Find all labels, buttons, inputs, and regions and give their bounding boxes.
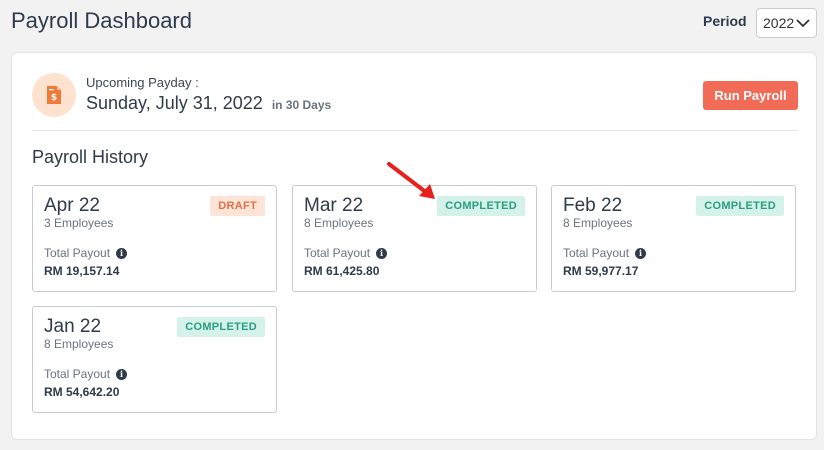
card-month: Feb 22 — [563, 195, 623, 216]
card-employees: 3 Employees — [44, 216, 114, 230]
run-payroll-button[interactable]: Run Payroll — [703, 81, 798, 110]
payroll-card-jan-22[interactable]: Jan 22 8 Employees COMPLETED Total Payou… — [32, 306, 277, 413]
payout-label: Total Payout — [563, 246, 630, 260]
payroll-history-title: Payroll History — [32, 147, 149, 167]
payout-label: Total Payout — [44, 246, 111, 260]
payout-label: Total Payout — [304, 246, 371, 260]
payout-label-row: Total Payout i — [44, 367, 128, 381]
period-label: Period — [703, 13, 747, 29]
card-employees: 8 Employees — [304, 216, 374, 230]
info-icon[interactable]: i — [376, 247, 388, 259]
document-dollar-icon: $ — [47, 86, 61, 104]
payout-amount: RM 54,642.20 — [44, 385, 120, 399]
info-icon[interactable]: i — [116, 368, 128, 380]
payout-amount: RM 61,425.80 — [304, 264, 380, 278]
info-icon[interactable]: i — [635, 247, 647, 259]
payday-date: Sunday, July 31, 2022 — [86, 93, 263, 113]
status-badge: DRAFT — [210, 196, 265, 216]
payday-icon-container: $ — [32, 73, 76, 117]
payroll-main-card: $ Upcoming Payday : Sunday, July 31, 202… — [11, 52, 817, 440]
status-badge: COMPLETED — [696, 196, 784, 216]
payout-label-row: Total Payout i — [563, 246, 647, 260]
status-badge: COMPLETED — [437, 196, 525, 216]
page-title: Payroll Dashboard — [11, 8, 192, 33]
payroll-card-apr-22[interactable]: Apr 22 3 Employees DRAFT Total Payout i … — [32, 185, 277, 292]
svg-text:$: $ — [51, 93, 57, 103]
payday-date-line: Sunday, July 31, 2022 in 30 Days — [86, 93, 331, 114]
card-month: Apr 22 — [44, 195, 100, 216]
chevron-down-icon — [796, 19, 810, 28]
card-employees: 8 Employees — [563, 216, 633, 230]
info-icon[interactable]: i — [116, 247, 128, 259]
payout-label-row: Total Payout i — [304, 246, 388, 260]
payout-label: Total Payout — [44, 367, 111, 381]
card-employees: 8 Employees — [44, 337, 114, 351]
annotation-arrow-icon — [387, 162, 435, 199]
payout-amount: RM 59,977.17 — [563, 264, 639, 278]
payday-caption: Upcoming Payday : — [86, 75, 199, 90]
card-month: Mar 22 — [304, 195, 364, 216]
divider — [32, 130, 798, 131]
payout-label-row: Total Payout i — [44, 246, 128, 260]
period-select[interactable]: 2022 — [756, 8, 817, 38]
status-badge: COMPLETED — [177, 317, 265, 337]
payout-amount: RM 19,157.14 — [44, 264, 120, 278]
payroll-card-feb-22[interactable]: Feb 22 8 Employees COMPLETED Total Payou… — [551, 185, 796, 292]
payday-countdown: in 30 Days — [271, 98, 332, 112]
card-month: Jan 22 — [44, 316, 102, 337]
period-value: 2022 — [763, 15, 795, 31]
